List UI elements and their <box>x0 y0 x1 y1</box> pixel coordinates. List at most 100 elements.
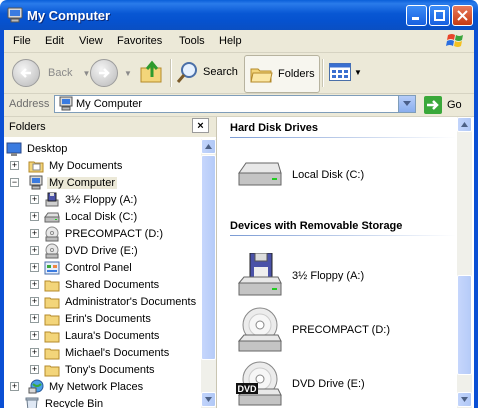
tree-item-local-disk[interactable]: + Local Disk (C:) <box>30 208 139 225</box>
menu-help[interactable]: Help <box>219 35 242 47</box>
windows-logo-icon <box>446 34 463 47</box>
tree-item-desktop[interactable]: Desktop <box>6 140 69 157</box>
tree-item-recycle-bin[interactable]: Recycle Bin <box>24 395 105 408</box>
search-label: Search <box>203 66 238 78</box>
expand-icon[interactable]: + <box>30 348 39 357</box>
maximize-button[interactable] <box>429 5 450 26</box>
cd-drive-icon <box>237 307 282 352</box>
tree-item-my-computer[interactable]: − My Computer <box>10 174 118 191</box>
forward-dropdown-icon[interactable]: ▼ <box>124 69 132 78</box>
tree-item-dvd-drive[interactable]: + DVD Drive (E:) <box>30 242 140 259</box>
search-button[interactable]: Search <box>176 60 238 84</box>
expand-icon[interactable]: + <box>10 161 19 170</box>
tree-item-shared-documents[interactable]: + Shared Documents <box>30 276 161 293</box>
expand-icon[interactable]: + <box>30 331 39 340</box>
scroll-thumb[interactable] <box>457 275 472 375</box>
back-arrow-icon <box>12 59 40 87</box>
back-label: Back <box>48 67 73 79</box>
minimize-button[interactable] <box>406 5 427 26</box>
scroll-down-button[interactable] <box>457 392 472 407</box>
views-icon <box>329 63 351 81</box>
recycle-bin-icon <box>25 397 39 408</box>
floppy-drive-icon <box>45 192 59 206</box>
tree-item-my-network-places[interactable]: + My Network Places <box>10 378 145 395</box>
folders-pane-close-button[interactable]: × <box>192 118 209 133</box>
views-dropdown-icon: ▼ <box>354 67 362 77</box>
expand-icon[interactable]: + <box>30 229 39 238</box>
forward-button[interactable]: ▼ <box>90 59 132 87</box>
dvd-drive-icon <box>45 243 59 258</box>
expand-icon[interactable]: + <box>30 297 39 306</box>
folder-icon <box>44 331 60 342</box>
up-folder-icon <box>140 60 162 83</box>
group-divider <box>230 235 456 236</box>
address-dropdown-button[interactable] <box>398 96 415 112</box>
chevron-down-icon <box>205 397 212 402</box>
dvd-drive-icon: DVD <box>236 361 282 406</box>
drive-local-disk-c[interactable]: Local Disk (C:) <box>236 157 364 193</box>
go-arrow-icon <box>424 96 442 114</box>
menu-tools[interactable]: Tools <box>179 35 205 47</box>
tree-item-michaels-documents[interactable]: + Michael's Documents <box>30 344 171 361</box>
tree-item-erins-documents[interactable]: + Erin's Documents <box>30 310 153 327</box>
up-folder-button[interactable] <box>140 59 164 85</box>
expand-icon[interactable]: + <box>30 314 39 323</box>
go-button[interactable]: Go <box>424 96 462 114</box>
tree-item-control-panel[interactable]: + Control Panel <box>30 259 134 276</box>
window-frame-right <box>474 30 478 408</box>
tree-item-my-documents[interactable]: + My Documents <box>10 157 124 174</box>
expand-icon[interactable]: + <box>30 280 39 289</box>
tree-item-tonys-documents[interactable]: + Tony's Documents <box>30 361 157 378</box>
address-field[interactable]: My Computer <box>54 95 416 113</box>
address-bar: Address My Computer Go <box>4 94 474 117</box>
expand-icon[interactable]: + <box>30 246 39 255</box>
my-computer-icon <box>7 7 23 23</box>
tree-item-floppy[interactable]: + 3½ Floppy (A:) <box>30 191 139 208</box>
content-pane-scrollbar[interactable] <box>457 117 472 408</box>
scroll-thumb[interactable] <box>201 155 216 360</box>
expand-icon[interactable]: + <box>10 382 19 391</box>
tree-item-administrators-documents[interactable]: + Administrator's Documents <box>30 293 198 310</box>
address-label: Address <box>9 98 50 110</box>
expand-icon[interactable]: + <box>30 365 39 374</box>
toolbar: Back ▼ ▼ Search Folders ▼ <box>4 53 474 94</box>
drive-dvd-e[interactable]: DVD DVD Drive (E:) <box>236 361 365 407</box>
drive-floppy-a[interactable]: 3½ Floppy (A:) <box>236 253 364 299</box>
forward-arrow-icon <box>90 59 118 87</box>
collapse-icon[interactable]: − <box>10 178 19 187</box>
address-value: My Computer <box>76 98 143 110</box>
menu-favorites[interactable]: Favorites <box>117 35 162 47</box>
close-button[interactable] <box>452 5 473 26</box>
tree-item-precompact[interactable]: + PRECOMPACT (D:) <box>30 225 165 242</box>
menu-view[interactable]: View <box>79 35 103 47</box>
folders-button[interactable]: Folders <box>244 55 320 93</box>
menu-edit[interactable]: Edit <box>45 35 64 47</box>
scroll-up-button[interactable] <box>457 117 472 132</box>
drive-precompact-d[interactable]: PRECOMPACT (D:) <box>236 307 390 353</box>
expand-icon[interactable]: + <box>30 263 39 272</box>
maximize-icon <box>434 10 445 21</box>
folders-icon <box>250 68 273 83</box>
scroll-up-button[interactable] <box>201 139 216 154</box>
chevron-up-icon <box>205 144 212 149</box>
toolbar-separator <box>322 59 324 87</box>
my-computer-icon <box>29 175 43 189</box>
folders-pane-scrollbar[interactable] <box>201 139 216 408</box>
folder-icon <box>44 365 60 376</box>
scroll-down-button[interactable] <box>201 392 216 407</box>
expand-icon[interactable]: + <box>30 195 39 204</box>
my-documents-folder-icon <box>28 161 44 172</box>
cd-drive-icon <box>45 226 59 241</box>
chevron-up-icon <box>461 122 468 127</box>
folder-icon <box>44 348 60 359</box>
hard-disk-icon <box>238 162 282 186</box>
folders-pane: Folders × Desktop + My Documents − My Co… <box>4 117 217 408</box>
content-pane: Hard Disk Drives Local Disk (C:) Devices… <box>218 117 456 408</box>
menu-file[interactable]: File <box>13 35 31 47</box>
control-panel-icon <box>44 261 60 274</box>
chevron-down-icon <box>403 101 411 106</box>
back-button[interactable]: Back ▼ <box>12 59 90 87</box>
tree-item-lauras-documents[interactable]: + Laura's Documents <box>30 327 161 344</box>
expand-icon[interactable]: + <box>30 212 39 221</box>
views-button[interactable]: ▼ <box>329 63 362 81</box>
